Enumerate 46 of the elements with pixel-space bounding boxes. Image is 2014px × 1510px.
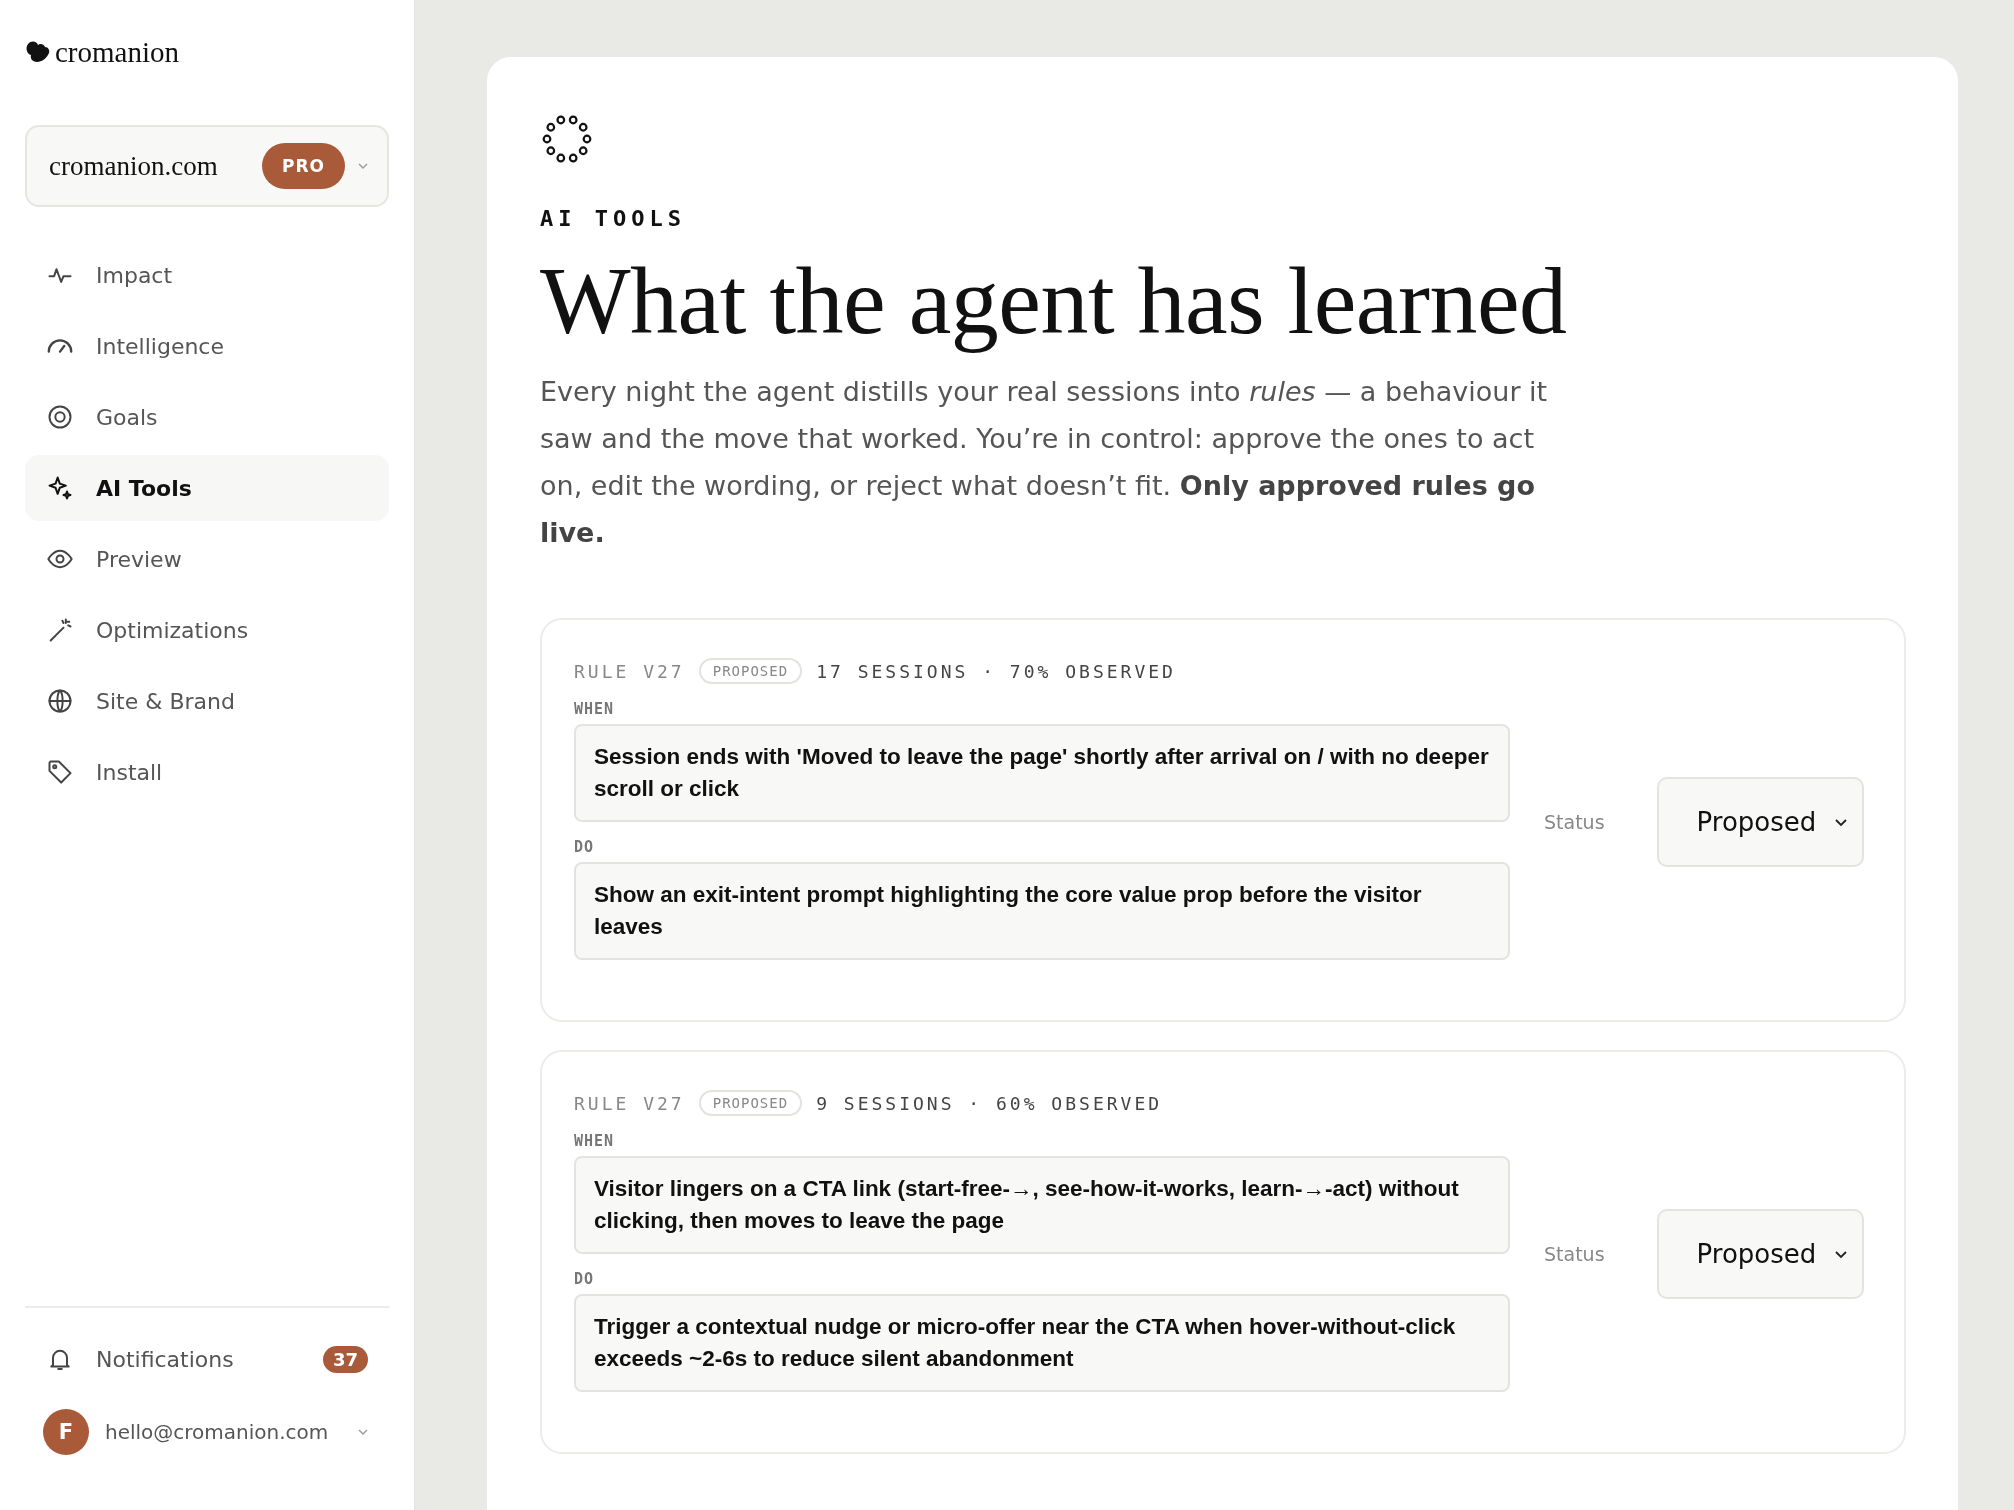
rule-text-field[interactable]: Session ends with 'Moved to leave the page' shortly after arrival on / with no deeper scroll or click	[574, 724, 1510, 822]
nav-item[interactable]: Optimizations	[25, 597, 389, 663]
chevron-down-icon	[1834, 1249, 1849, 1259]
field-label: DO	[574, 838, 596, 856]
avatar: F	[43, 1409, 89, 1455]
logo-icon	[25, 40, 51, 64]
nav-item[interactable]: Install	[25, 739, 389, 805]
status-select[interactable]: Proposed	[1656, 1209, 1865, 1299]
site-switcher[interactable]: cromanion.com PRO	[25, 125, 389, 207]
nav-item[interactable]: Preview	[25, 526, 389, 592]
rule-version: RULE V27	[574, 660, 685, 682]
sparkle-icon	[46, 474, 74, 502]
globe-icon	[46, 687, 74, 715]
target-icon	[46, 403, 74, 431]
intro-paragraph: Every night the agent distills your real sessions into rules — a behaviour it saw and the move that worked. You’re in control: approve the ones to act on, edit the wording, or reject what doesn’t fit. Only approved rules go live.	[540, 375, 1549, 550]
status-select[interactable]: Proposed	[1656, 777, 1865, 867]
brand-name: cromanion	[55, 35, 179, 69]
tag-icon	[46, 758, 74, 786]
chevron-down-icon	[357, 1428, 369, 1436]
rule-text-field[interactable]: Visitor lingers on a CTA link (start-free-→, see-how-it-works, learn-→-act) without clicking, then moves to leave the page	[574, 1156, 1510, 1254]
chevron-down-icon	[357, 162, 369, 170]
field-label: WHEN	[574, 1132, 616, 1150]
rule-stats: 9 SESSIONS · 60% OBSERVED	[816, 1092, 1163, 1114]
plan-badge: PRO	[262, 143, 345, 189]
notifications-item[interactable]: Notifications 37	[25, 1326, 389, 1392]
rule-version: RULE V27	[574, 1092, 685, 1114]
field-label: WHEN	[574, 700, 616, 718]
eyebrow-label: AI TOOLS	[540, 206, 687, 231]
count-badge: 37	[322, 1345, 368, 1373]
field-label: DO	[574, 1270, 596, 1288]
page-title: What the agent has learned	[540, 246, 1568, 356]
status-badge: PROPOSED	[698, 658, 803, 684]
rule-text-field[interactable]: Trigger a contextual nudge or micro-offer near the CTA when hover-without-click exceeds ~2-6s to reduce silent abandonment	[574, 1294, 1510, 1392]
nav-item[interactable]: Site & Brand	[25, 668, 389, 734]
nav-item[interactable]: AI Tools	[25, 455, 389, 521]
nav-item[interactable]: Impact	[25, 242, 389, 308]
chevron-down-icon	[1834, 817, 1849, 827]
rule-stats: 17 SESSIONS · 70% OBSERVED	[816, 660, 1176, 682]
status-badge: PROPOSED	[698, 1090, 803, 1116]
status-label: Status	[1544, 1243, 1605, 1265]
nav-item[interactable]: Intelligence	[25, 313, 389, 379]
status-label: Status	[1544, 811, 1605, 833]
gauge-icon	[47, 339, 73, 353]
rule-text-field[interactable]: Show an exit-intent prompt highlighting the core value prop before the visitor leaves	[574, 862, 1510, 960]
nav-item[interactable]: Goals	[25, 384, 389, 450]
account-menu[interactable]: F hello@cromanion.com	[25, 1392, 389, 1472]
